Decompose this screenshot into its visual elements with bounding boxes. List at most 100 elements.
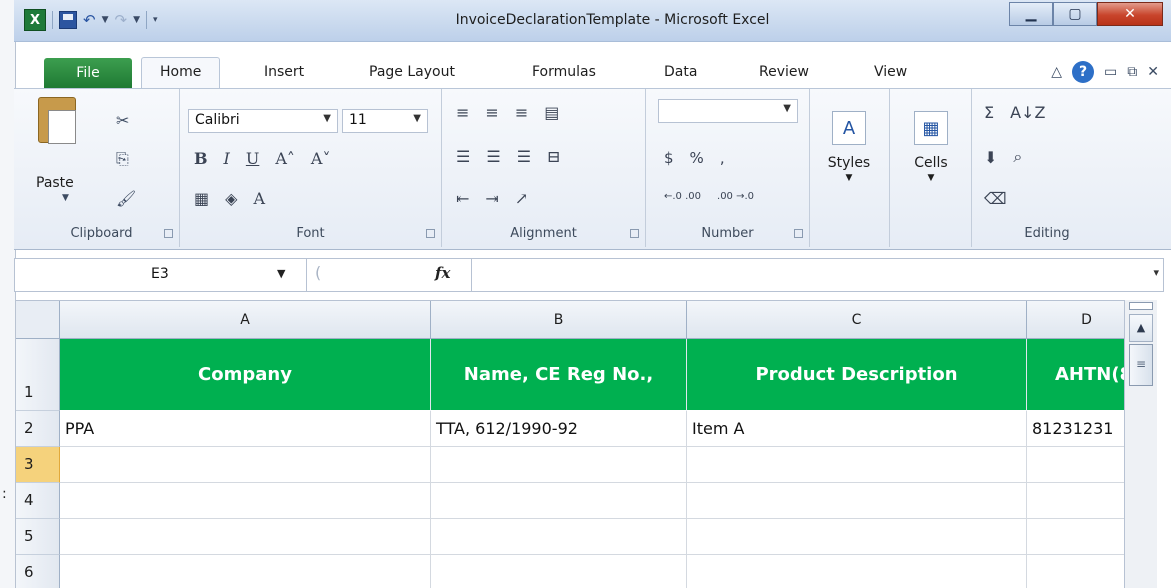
cell-c5[interactable]	[687, 519, 1027, 555]
tab-data[interactable]: Data	[664, 64, 697, 80]
cell-d4[interactable]	[1027, 483, 1124, 519]
row-header-4[interactable]: 4	[16, 483, 60, 519]
tab-formulas[interactable]: Formulas	[532, 64, 596, 80]
cell-c4[interactable]	[687, 483, 1027, 519]
column-header-c[interactable]: C	[687, 301, 1027, 339]
column-header-d[interactable]: D	[1027, 301, 1124, 339]
currency-button[interactable]: $	[664, 149, 674, 167]
name-box[interactable]: E3 ▼	[15, 259, 307, 291]
bold-button[interactable]: B	[194, 149, 208, 168]
insert-function-button[interactable]: fx	[435, 264, 450, 282]
cell-b2[interactable]: TTA, 612/1990-92	[431, 411, 687, 447]
copy-icon[interactable]: ⎘	[116, 149, 129, 169]
font-launcher-icon[interactable]	[426, 229, 435, 238]
cell-b1[interactable]: Name, CE Reg No.,	[431, 339, 687, 411]
tab-file[interactable]: File	[44, 58, 132, 88]
borders-icon[interactable]: ▦	[194, 189, 209, 208]
row-header-2[interactable]: 2	[16, 411, 60, 447]
tab-insert[interactable]: Insert	[264, 64, 304, 80]
cells-button[interactable]: ▦ Cells ▼	[902, 111, 960, 183]
help-icon[interactable]: ?	[1072, 61, 1095, 83]
clear-icon[interactable]: ⌫	[984, 189, 1007, 208]
align-top-icon[interactable]: ≡	[456, 103, 469, 122]
align-right-icon[interactable]: ☰	[517, 147, 531, 166]
sort-filter-button[interactable]: A↓Z	[1010, 103, 1045, 122]
select-all-corner[interactable]	[16, 301, 60, 339]
minimize-ribbon-icon[interactable]: △	[1051, 64, 1062, 80]
cell-b5[interactable]	[431, 519, 687, 555]
number-format-select[interactable]: ▼	[658, 99, 798, 123]
cell-c3[interactable]	[687, 447, 1027, 483]
font-size-select[interactable]: 11 ▼	[342, 109, 428, 133]
merge-center-icon[interactable]: ⊟	[547, 147, 560, 166]
cell-a5[interactable]	[60, 519, 431, 555]
clipboard-launcher-icon[interactable]	[164, 229, 173, 238]
column-header-a[interactable]: A	[60, 301, 431, 339]
restore-window-icon[interactable]: ▭	[1104, 64, 1117, 80]
paste-icon[interactable]	[38, 97, 76, 144]
formula-bar-resize-icon[interactable]: (	[315, 263, 321, 282]
wrap-text-icon[interactable]: ▤	[544, 103, 559, 122]
cell-a3[interactable]	[60, 447, 431, 483]
cell-d2[interactable]: 81231231	[1027, 411, 1124, 447]
percent-button[interactable]: %	[690, 149, 704, 167]
row-header-5[interactable]: 5	[16, 519, 60, 555]
restore-workbook-icon[interactable]: ⧉	[1127, 64, 1137, 80]
find-select-icon[interactable]: ⌕	[1013, 147, 1022, 167]
orientation-icon[interactable]: ↗	[515, 189, 528, 208]
number-launcher-icon[interactable]	[794, 229, 803, 238]
maximize-button[interactable]: ▢	[1053, 2, 1097, 26]
tab-view[interactable]: View	[874, 64, 907, 80]
row-header-6[interactable]: 6	[16, 555, 60, 588]
column-header-b[interactable]: B	[431, 301, 687, 339]
expand-formula-bar-icon[interactable]: ▾	[1153, 266, 1159, 279]
underline-button[interactable]: U	[246, 149, 259, 168]
cell-d3[interactable]	[1027, 447, 1124, 483]
cut-icon[interactable]: ✂	[116, 111, 129, 130]
italic-button[interactable]: I	[224, 149, 230, 168]
font-color-button[interactable]: A	[253, 189, 265, 208]
align-left-icon[interactable]: ☰	[456, 147, 470, 166]
cell-a6[interactable]	[60, 555, 431, 588]
close-button[interactable]: ✕	[1097, 2, 1163, 26]
autosum-button[interactable]: Σ	[984, 103, 994, 122]
cell-d5[interactable]	[1027, 519, 1124, 555]
cell-c2[interactable]: Item A	[687, 411, 1027, 447]
row-header-1[interactable]: 1	[16, 339, 60, 411]
fill-icon[interactable]: ⬇	[984, 148, 997, 167]
name-box-dropdown-icon[interactable]: ▼	[277, 267, 285, 280]
increase-decimal-button[interactable]: ←.0 .00	[664, 191, 701, 202]
styles-button[interactable]: A Styles ▼	[820, 111, 878, 183]
cell-b6[interactable]	[431, 555, 687, 588]
align-bottom-icon[interactable]: ≡	[515, 103, 528, 122]
alignment-launcher-icon[interactable]	[630, 229, 639, 238]
decrease-indent-icon[interactable]: ⇤	[456, 189, 469, 208]
decrease-decimal-button[interactable]: .00 →.0	[717, 191, 754, 202]
cell-c1[interactable]: Product Description	[687, 339, 1027, 411]
tab-page-layout[interactable]: Page Layout	[369, 64, 455, 80]
cell-a2[interactable]: PPA	[60, 411, 431, 447]
cell-a1[interactable]: Company	[60, 339, 431, 411]
increase-indent-icon[interactable]: ⇥	[485, 189, 498, 208]
minimize-button[interactable]: ▁	[1009, 2, 1053, 26]
cell-b4[interactable]	[431, 483, 687, 519]
cell-d1[interactable]: AHTN(8	[1027, 339, 1124, 411]
comma-button[interactable]: ,	[720, 149, 725, 167]
close-workbook-icon[interactable]: ✕	[1147, 64, 1159, 80]
tab-home[interactable]: Home	[141, 57, 221, 89]
font-name-select[interactable]: Calibri ▼	[188, 109, 338, 133]
scroll-up-icon[interactable]: ▲	[1129, 314, 1153, 342]
paste-dropdown-icon[interactable]: ▼	[62, 193, 69, 203]
align-middle-icon[interactable]: ≡	[485, 103, 498, 122]
cell-d6[interactable]	[1027, 555, 1124, 588]
cell-c6[interactable]	[687, 555, 1027, 588]
vertical-scrollbar[interactable]: ▲ ≡	[1124, 300, 1157, 588]
paste-button-label[interactable]: Paste	[36, 175, 74, 191]
cell-a4[interactable]	[60, 483, 431, 519]
fill-color-icon[interactable]: ◈	[225, 189, 237, 208]
scroll-thumb[interactable]: ≡	[1129, 344, 1153, 386]
split-box-handle[interactable]	[1129, 302, 1153, 310]
shrink-font-button[interactable]: A˅	[311, 149, 331, 168]
tab-review[interactable]: Review	[759, 64, 809, 80]
row-header-3[interactable]: 3	[16, 447, 60, 483]
